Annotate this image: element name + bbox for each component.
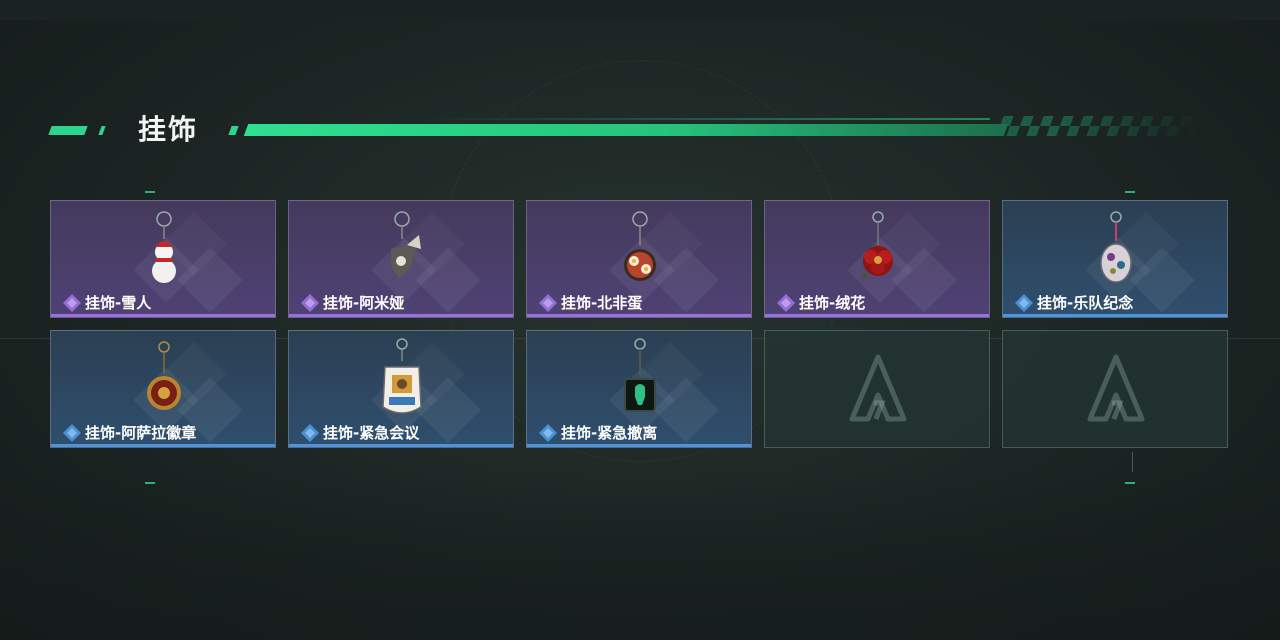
- background-ground: [0, 470, 1280, 640]
- charm-name: 挂饰-紧急撤离: [561, 424, 658, 442]
- empty-slot[interactable]: [1002, 330, 1228, 448]
- rarity-underline: [289, 444, 513, 447]
- charm-card[interactable]: 挂饰-紧急撤离: [526, 330, 752, 448]
- section-title: 挂饰: [138, 113, 199, 146]
- rarity-underline: [765, 314, 989, 317]
- rarity-underline: [527, 314, 751, 317]
- header-accent-dash: [98, 126, 106, 135]
- empty-slot-logo-icon: [1086, 353, 1146, 425]
- rarity-diamond-icon: [301, 294, 319, 312]
- charm-card[interactable]: 挂饰-绒花: [764, 200, 990, 318]
- rarity-diamond-icon: [301, 424, 319, 442]
- rarity-underline: [1003, 314, 1227, 317]
- rarity-diamond-icon: [63, 294, 81, 312]
- velvet-flower-charm-icon: [859, 211, 893, 279]
- charm-name: 挂饰-绒花: [799, 294, 866, 312]
- asala-emblem-charm-icon: [147, 341, 181, 410]
- rarity-diamond-icon: [1015, 294, 1033, 312]
- rarity-diamond-icon: [539, 424, 557, 442]
- rarity-diamond-icon: [777, 294, 795, 312]
- charm-card[interactable]: 挂饰-雪人: [50, 200, 276, 318]
- empty-slot[interactable]: [764, 330, 990, 448]
- empty-slot-logo-icon: [848, 353, 908, 425]
- header-accent-dash: [228, 126, 239, 135]
- top-band: [0, 0, 1280, 20]
- emergency-meeting-charm-icon: [382, 338, 422, 414]
- charm-name: 挂饰-紧急会议: [323, 424, 420, 442]
- charm-card[interactable]: 挂饰-紧急会议: [288, 330, 514, 448]
- charm-name: 挂饰-雪人: [85, 294, 152, 312]
- rarity-diamond-icon: [63, 424, 81, 442]
- header-thin-line: [420, 118, 990, 120]
- header-accent-dash: [48, 126, 88, 135]
- emergency-evac-charm-icon: [624, 338, 656, 412]
- charm-name: 挂饰-阿米娅: [323, 294, 405, 312]
- rarity-underline: [527, 444, 751, 447]
- charm-card[interactable]: 挂饰-北非蛋: [526, 200, 752, 318]
- charm-name: 挂饰-阿萨拉徽章: [85, 424, 197, 442]
- charm-name: 挂饰-乐队纪念: [1037, 294, 1134, 312]
- band-badge-charm-icon: [1100, 211, 1132, 283]
- frame-marker: [145, 191, 155, 193]
- charm-card[interactable]: 挂饰-乐队纪念: [1002, 200, 1228, 318]
- charm-card[interactable]: 挂饰-阿米娅: [288, 200, 514, 318]
- snowman-charm-icon: [152, 211, 176, 283]
- header-bar: [243, 124, 1009, 136]
- frame-marker: [1125, 191, 1135, 193]
- rarity-underline: [51, 444, 275, 447]
- frame-marker: [145, 482, 155, 484]
- rarity-underline: [289, 314, 513, 317]
- rarity-diamond-icon: [539, 294, 557, 312]
- rarity-underline: [51, 314, 275, 317]
- header-checker-pattern: [986, 116, 1204, 136]
- amiya-charm-icon: [391, 211, 421, 279]
- frame-tick: [1132, 452, 1133, 472]
- shakshuka-charm-icon: [624, 211, 656, 281]
- frame-marker: [1125, 482, 1135, 484]
- charm-card[interactable]: 挂饰-阿萨拉徽章: [50, 330, 276, 448]
- charm-name: 挂饰-北非蛋: [561, 294, 643, 312]
